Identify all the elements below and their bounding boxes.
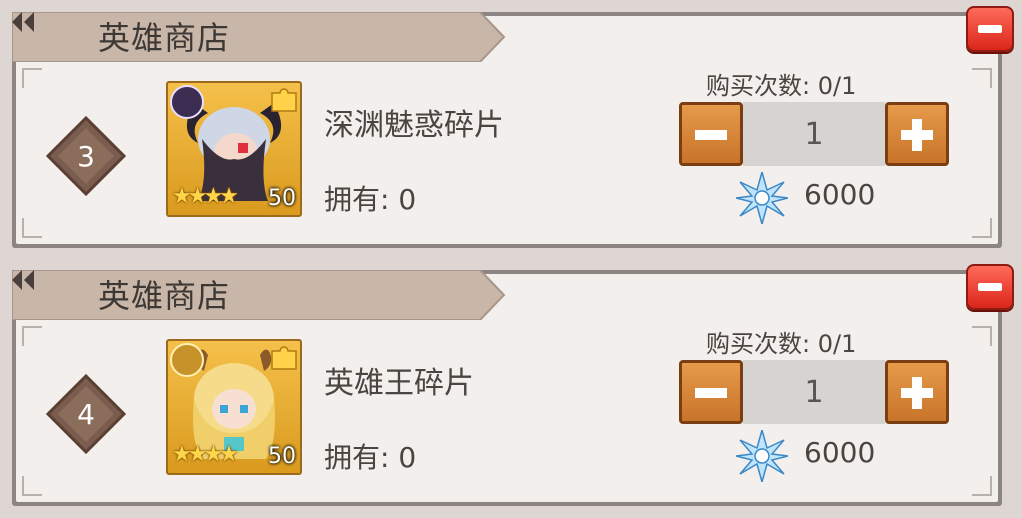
star-rating: ★★★★	[172, 442, 239, 467]
offer-header: 英雄商店	[12, 12, 512, 62]
minus-icon	[695, 388, 727, 398]
cost-amount: 6000	[804, 178, 876, 211]
corner-ornament	[972, 218, 992, 238]
plus-icon-vertical	[912, 119, 922, 151]
star-rating: ★★★★	[172, 184, 239, 209]
item-icon[interactable]: ★★★★ 50	[166, 339, 302, 475]
offer-header: 英雄商店	[12, 270, 512, 320]
item-level: 50	[268, 186, 296, 211]
item-name: 英雄王碎片	[324, 366, 474, 401]
plus-icon-vertical	[912, 377, 922, 409]
item-level: 50	[268, 444, 296, 469]
purchase-limit: 购买次数: 0/1	[706, 72, 857, 100]
corner-ornament	[972, 326, 992, 346]
decrease-button[interactable]	[679, 102, 743, 166]
rank-badge: 3	[45, 115, 127, 197]
decrease-button[interactable]	[679, 360, 743, 424]
corner-ornament	[22, 218, 42, 238]
rank-number: 4	[77, 397, 95, 431]
minus-icon	[695, 130, 727, 140]
purchase-limit: 购买次数: 0/1	[706, 330, 857, 358]
crystal-currency-icon	[736, 430, 788, 482]
puzzle-piece-icon	[271, 346, 297, 370]
double-arrow-icon	[12, 270, 34, 290]
quantity-value: 1	[743, 102, 885, 166]
eye-emblem-icon	[170, 85, 204, 119]
crystal-currency-icon	[736, 172, 788, 224]
rank-number: 3	[77, 139, 95, 173]
corner-ornament	[22, 476, 42, 496]
wing-emblem-icon	[170, 343, 204, 377]
quantity-value: 1	[743, 360, 885, 424]
corner-ornament	[972, 476, 992, 496]
offer-card: 英雄商店 4 ★★★★ 50 英雄王碎片 拥有: 0 购买次数: 0/1 1 6…	[12, 264, 1014, 506]
puzzle-piece-icon	[271, 88, 297, 112]
owned-count: 拥有: 0	[324, 183, 417, 216]
item-name: 深渊魅惑碎片	[324, 108, 504, 143]
shop-title: 英雄商店	[98, 19, 231, 57]
corner-ornament	[972, 68, 992, 88]
corner-ornament	[22, 326, 42, 346]
item-icon[interactable]: ★★★★ 50	[166, 81, 302, 217]
quantity-stepper: 1	[679, 102, 949, 166]
owned-count: 拥有: 0	[324, 441, 417, 474]
rank-badge: 4	[45, 373, 127, 455]
offer-card: 英雄商店 3 ★★★★ 50 深渊魅惑碎片 拥有: 0 购买次数: 0/1 1 …	[12, 6, 1014, 248]
shop-title: 英雄商店	[98, 277, 231, 315]
close-button[interactable]	[966, 6, 1014, 52]
quantity-stepper: 1	[679, 360, 949, 424]
increase-button[interactable]	[885, 102, 949, 166]
minus-icon	[978, 25, 1002, 33]
close-button[interactable]	[966, 264, 1014, 310]
cost-amount: 6000	[804, 436, 876, 469]
minus-icon	[978, 283, 1002, 291]
double-arrow-icon	[12, 12, 34, 32]
corner-ornament	[22, 68, 42, 88]
increase-button[interactable]	[885, 360, 949, 424]
